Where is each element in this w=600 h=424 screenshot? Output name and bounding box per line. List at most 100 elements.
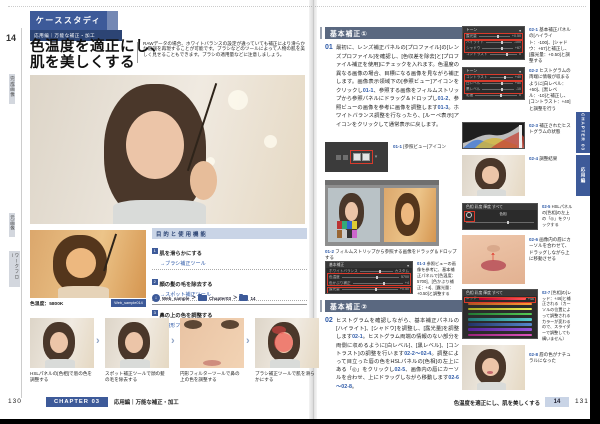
body-shape bbox=[477, 382, 506, 390]
active-pane bbox=[384, 188, 436, 242]
section-tick bbox=[320, 27, 322, 39]
hsl-tabs: 色相 彩度 輝度 すべて bbox=[466, 291, 503, 296]
face-shape bbox=[50, 332, 68, 353]
edge-tab-section: 応用編 bbox=[576, 155, 590, 196]
figure-ref: 01-1 bbox=[363, 88, 374, 94]
figure-caption-02-1: 02-1 基本補正パネルの[ハイライト：-100]、[シャドウ：+67]と補正し… bbox=[529, 27, 573, 65]
body-shape bbox=[58, 286, 109, 298]
hsl-subtab: 色相 bbox=[472, 212, 534, 217]
figure-caption-02-7: 02-7 [色相]の[レッド：+46]と補正される（カーソルの位置によって調整さ… bbox=[542, 290, 573, 341]
workflow-arrow: › bbox=[96, 335, 100, 347]
section-tick bbox=[320, 300, 322, 312]
color-checker-chart bbox=[337, 221, 357, 229]
body-shape bbox=[270, 359, 299, 368]
figure-caption-02-3: 02-3 補正されたヒストグラムの状態 bbox=[529, 123, 573, 136]
hand-shape bbox=[190, 161, 218, 200]
figure-caption-01-2: 01-2 フィルムストリップから参照する画像をドラッグ＆ドロップする bbox=[325, 249, 458, 262]
figure-caption-02-6: 02-6 画像内の唇にカーソルを合わせて、ドラッグしながら上に移動させる bbox=[529, 237, 573, 262]
step-01-text: 最初に、レンズ補正パネルの[プロファイル]の[レンズプロファイル]を確認し、[色… bbox=[336, 44, 459, 129]
sample-file-badge: Web_sample014 bbox=[111, 299, 146, 307]
breadcrumb-leaf: 14 bbox=[250, 296, 255, 301]
lips-shape bbox=[203, 360, 221, 366]
figure-caption-01-1: 01-1 [参照ビュー]アイコン bbox=[393, 144, 457, 150]
screenshot-levels-panel: トーン▾ コントラスト+40 白レベル+50 黒レベル-10 彩度0 bbox=[462, 67, 525, 100]
workflow-caption-2: スポット補正ツールで顔の髪の毛を除去する bbox=[105, 371, 169, 383]
figure-label: 02-7 bbox=[542, 290, 550, 295]
sample-data-breadcrumb: ↓ Web_sample ＞ Chapter03 ＞ 14 bbox=[152, 292, 307, 305]
histogram-graph bbox=[463, 123, 524, 148]
figure-ref: 02-1 bbox=[352, 334, 363, 340]
screenshot-tone-panel: トーン▾ 露光量+0.50 ハイライト-100 シャドウ+67 コントラスト0 bbox=[462, 26, 525, 60]
eye-shape bbox=[184, 320, 202, 329]
figure-label: 02-6 bbox=[529, 237, 538, 242]
annotation-box bbox=[464, 297, 536, 303]
download-icon: ↓ bbox=[152, 294, 160, 302]
tab-accent-block bbox=[107, 11, 118, 30]
purpose-box-title: 目的と使用機能 bbox=[152, 228, 307, 239]
workflow-photo-3 bbox=[180, 318, 244, 368]
face-shape bbox=[125, 332, 143, 353]
result-photo-02-8 bbox=[462, 345, 525, 390]
section-header-2: 基本補正② bbox=[325, 300, 463, 312]
figure-caption-text: フィルムストリップから参照する画像をドラッグ＆ドロップする bbox=[325, 249, 457, 260]
trim-guide-top bbox=[8, 6, 586, 7]
color-checker-chart bbox=[337, 230, 357, 238]
hsl-tabs: 色相 彩度 輝度 すべて bbox=[466, 205, 503, 210]
reference-pane bbox=[328, 188, 380, 242]
panel-title: トーン bbox=[466, 28, 477, 33]
figure-ref: 02-2～02-4 bbox=[404, 351, 431, 357]
drag-up-arrow: ↑ bbox=[490, 248, 497, 263]
step-text-seg: 最初に、レンズ補正パネルの[プロファイル]の[レンズプロファイル]を確認し、[色… bbox=[336, 45, 459, 94]
figure-ref: 01-3 bbox=[438, 105, 449, 111]
reference-view-icon bbox=[362, 153, 370, 161]
figure-label: 02-8 bbox=[529, 352, 538, 357]
eye-shape bbox=[221, 320, 239, 329]
item-number-chip: 3 bbox=[152, 310, 158, 316]
panel-toggle: ▾ bbox=[519, 69, 521, 74]
annotation-box bbox=[464, 81, 523, 94]
body-shape bbox=[113, 200, 207, 224]
footer-title-right: 色温度を適正にし、肌を美しくする bbox=[430, 399, 540, 407]
breadcrumb-separator: ＞ bbox=[191, 295, 196, 301]
face-shape bbox=[66, 248, 96, 278]
face-shape bbox=[401, 203, 415, 225]
intro-text: RAWデータの場合、ホワイトバランスの設定が違っていても補正により滑らかな階調を… bbox=[143, 41, 305, 57]
bokeh-dot bbox=[228, 90, 248, 110]
bokeh-dot bbox=[264, 135, 277, 148]
figure-caption-text: 基本補正パネルの[ハイライト：-100]、[シャドウ：+67]と補正し、[露光量… bbox=[529, 27, 571, 63]
case-study-tab: ケーススタディ bbox=[30, 11, 107, 30]
sidebar-rule bbox=[21, 28, 22, 398]
annotation-box bbox=[327, 273, 411, 286]
step-number-01: 01 bbox=[325, 44, 333, 51]
face-shape bbox=[126, 111, 184, 180]
item-number-chip: 1 bbox=[152, 248, 158, 254]
annotation-box bbox=[464, 74, 523, 81]
figure-caption-text: [参照ビュー]アイコン bbox=[403, 144, 446, 149]
page-number-left: 130 bbox=[8, 398, 22, 405]
figure-caption-02-8: 02-8 唇の色がナチュラルになった bbox=[529, 352, 573, 365]
panel-title: トーン bbox=[466, 69, 477, 74]
item-number-chip: 2 bbox=[152, 279, 158, 285]
purpose-goal: 顔の髪の毛を除去する bbox=[160, 282, 213, 288]
workflow-arrow: › bbox=[246, 335, 250, 347]
figure-ref: 02-5 bbox=[395, 367, 406, 373]
result-photo-02-4 bbox=[462, 155, 525, 196]
footer-case-badge: 14 bbox=[545, 397, 569, 407]
panel-toggle: ▾ bbox=[407, 263, 409, 268]
body-shape bbox=[477, 189, 506, 196]
sidebar-item-workflow: ワークフロー bbox=[9, 251, 20, 287]
scan-edge-right bbox=[590, 0, 600, 424]
section-header-1: 基本補正① bbox=[325, 27, 463, 39]
screenshot-hsl-panel-top: 色相 彩度 輝度 すべて 色相 bbox=[462, 203, 538, 230]
step-number-02: 02 bbox=[325, 317, 333, 324]
screenshot-reference-view bbox=[325, 180, 439, 246]
panel-title: 基本補正 bbox=[329, 263, 344, 268]
breadcrumb-folder: Chapter03 bbox=[209, 296, 231, 301]
figure-label: 02-1 bbox=[529, 27, 538, 32]
body-shape bbox=[45, 359, 74, 368]
toolbar-icon bbox=[343, 155, 348, 160]
step-02-text: ヒストグラムを確認しながら、基本補正パネルの[ハイライト]、[シャドウ]を調整し… bbox=[336, 317, 459, 391]
step-text-seg: 。 bbox=[352, 384, 357, 390]
screenshot-reference-view-toolbar: ▾ bbox=[325, 142, 388, 172]
workflow-caption-3: 円形フィルターツールで鼻の上の色を調整する bbox=[180, 371, 244, 383]
